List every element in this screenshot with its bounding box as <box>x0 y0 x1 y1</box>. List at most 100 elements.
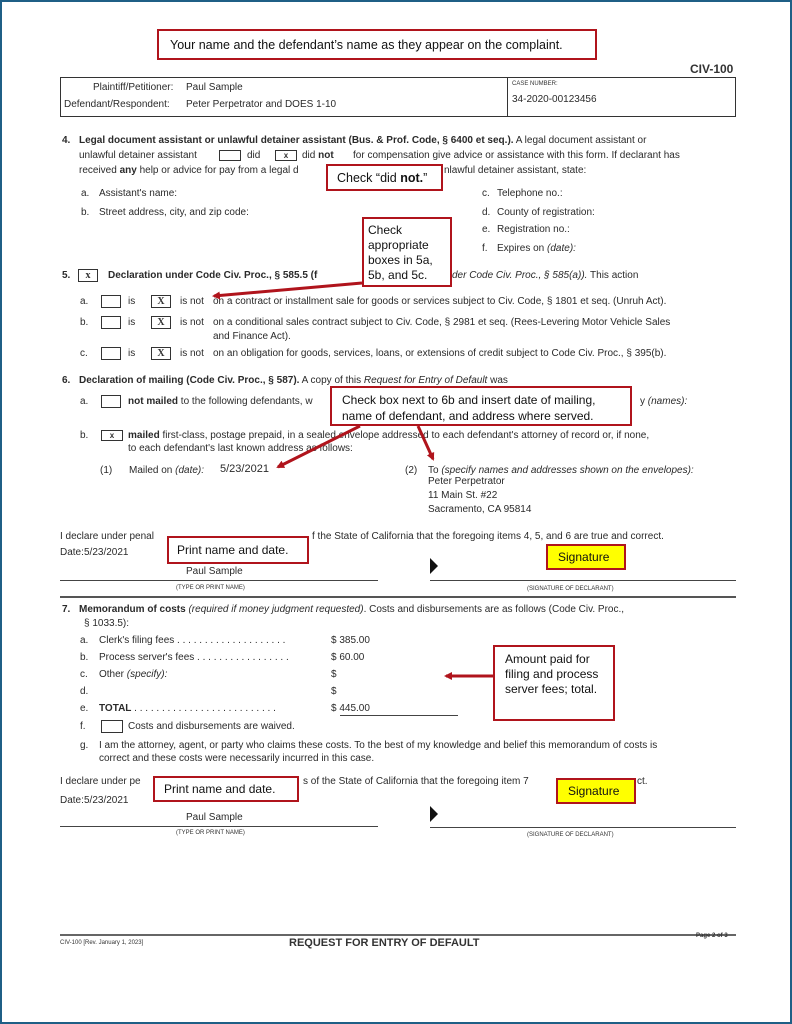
item4-field-d-letter: d. <box>482 207 491 218</box>
callout-check-5: Check appropriate boxes in 5a, 5b, and 5… <box>362 217 452 287</box>
signature-arrow-icon <box>430 806 438 822</box>
cost-label: Clerk's filing fees . . . . . . . . . . … <box>99 635 285 646</box>
declaration2-name-line <box>60 826 378 827</box>
item4-title: Legal document assistant or unlawful det… <box>79 135 514 146</box>
item5b-is-not-checkbox[interactable]: X <box>151 316 171 329</box>
item6a-rest: to the following defendants, w <box>178 396 313 407</box>
callout-check-6b: Check box next to 6b and insert date of … <box>330 386 632 426</box>
item5b-letter: b. <box>80 317 89 328</box>
declaration2-text-b: s of the State of California that the fo… <box>303 776 529 787</box>
item6-address-line[interactable]: Peter Perpetrator <box>428 476 505 487</box>
item6a-tail-italic: (names): <box>647 396 688 407</box>
declaration1-date-value[interactable]: 5/23/2021 <box>84 547 129 558</box>
item7-title-italic: (required if money judgment requested) <box>185 604 364 615</box>
callout-amount-paid: Amount paid for filing and process serve… <box>493 645 615 721</box>
cost-label-italic: (specify): <box>126 669 168 680</box>
callout-did-not: Check “did not.” <box>326 164 443 191</box>
cost-total-dots: . . . . . . . . . . . . . . . . . . . . … <box>131 703 276 714</box>
item5c-is-not-checkbox[interactable]: X <box>151 347 171 360</box>
item6-to-text: To <box>428 465 442 476</box>
case-number-value[interactable]: 34-2020-00123456 <box>512 94 597 105</box>
cost-total-label: TOTAL . . . . . . . . . . . . . . . . . … <box>99 703 276 714</box>
item6-title-end: was <box>487 375 508 386</box>
callout-check-6b-line: name of defendant, and address where ser… <box>342 409 594 423</box>
item4-field-f-letter: f. <box>482 243 488 254</box>
item4-line2-rest: for compensation give advice or assistan… <box>353 150 680 161</box>
plaintiff-label: Plaintiff/Petitioner: <box>93 82 174 93</box>
item5b-text2: and Finance Act). <box>213 331 291 342</box>
cost-total-value: 445.00 <box>339 703 370 714</box>
cost-amount[interactable]: $ <box>331 669 337 680</box>
callout-amount-paid-line: server fees; total. <box>505 682 598 696</box>
cost-letter: b. <box>80 652 89 663</box>
declaration2-sig-caption: (SIGNATURE OF DECLARANT) <box>527 832 614 838</box>
item5-number: 5. <box>62 270 71 281</box>
declaration1-printed-name[interactable]: Paul Sample <box>186 566 243 577</box>
section-divider <box>60 596 736 598</box>
item5a-is-checkbox[interactable] <box>101 295 121 308</box>
item5b-is-label: is <box>128 317 136 328</box>
item4-did-checkbox[interactable] <box>219 150 241 161</box>
item4-field-f-label: Expires on (date): <box>497 243 576 254</box>
item4-line3-b: help or advice for pay from a legal d <box>136 165 299 176</box>
item7f-checkbox[interactable] <box>101 720 123 733</box>
item7g-text: I am the attorney, agent, or party who c… <box>99 740 658 751</box>
item4-line2a: unlawful detainer assistant <box>79 150 197 161</box>
item6b-text: mailed first-class, postage prepaid, in … <box>128 430 649 441</box>
item4-did-not-checkbox[interactable]: x <box>275 150 297 161</box>
cost-amount[interactable]: $ <box>331 686 337 697</box>
declaration2-name-caption: (TYPE OR PRINT NAME) <box>176 830 245 836</box>
item5-title-after: This action <box>587 270 639 281</box>
item5c-is-checkbox[interactable] <box>101 347 121 360</box>
declaration2-signature-line[interactable] <box>430 827 736 828</box>
item4-did-not-b: not <box>318 150 334 161</box>
cost-total-amount[interactable]: $ 445.00 <box>331 703 370 714</box>
callout-check-6b-line: Check box next to 6b and insert date of … <box>342 393 596 407</box>
defendant-label: Defendant/Respondent: <box>64 99 170 110</box>
item6-to-num: (2) <box>405 465 418 476</box>
item5-checkbox[interactable]: x <box>78 269 98 282</box>
item6-to-italic: (specify names and addresses shown on th… <box>441 465 694 476</box>
item6a-letter: a. <box>80 396 89 407</box>
cost-letter: a. <box>80 635 89 646</box>
callout-did-not-bold: not. <box>400 171 424 185</box>
declaration2-date-value[interactable]: 5/23/2021 <box>84 795 129 806</box>
item6-address-line[interactable]: 11 Main St. #22 <box>428 490 497 501</box>
cost-label-text: Clerk's filing fees <box>99 635 175 646</box>
item6-mailed-num: (1) <box>100 465 113 476</box>
item6-address-line[interactable]: Sacramento, CA 95814 <box>428 504 531 515</box>
item6b-rest: first-class, postage prepaid, in a seale… <box>159 430 650 441</box>
item4-line3-any: any <box>119 165 137 176</box>
item6b-letter: b. <box>80 430 89 441</box>
item5b-text: on a conditional sales contract subject … <box>213 317 671 328</box>
item4-line1: Legal document assistant or unlawful det… <box>79 135 646 146</box>
item5c-text: on an obligation for goods, services, lo… <box>213 348 667 359</box>
item4-field-f-text: Expires on <box>497 243 548 254</box>
item6-number: 6. <box>62 375 71 386</box>
item7-number: 7. <box>62 604 71 615</box>
cost-amount[interactable]: $ 60.00 <box>331 652 364 663</box>
item4-field-e-letter: e. <box>482 224 491 235</box>
defendant-value[interactable]: Peter Perpetrator and DOES 1-10 <box>186 99 336 110</box>
item4-did-not-label: did not <box>302 150 334 161</box>
item5b-is-checkbox[interactable] <box>101 316 121 329</box>
footer-title: REQUEST FOR ENTRY OF DEFAULT <box>289 937 480 949</box>
item5a-is-label: is <box>128 296 136 307</box>
plaintiff-value[interactable]: Paul Sample <box>186 82 243 93</box>
item5a-is-not-checkbox[interactable]: X <box>151 295 171 308</box>
item6a-checkbox[interactable] <box>101 395 121 408</box>
declaration2-printed-name[interactable]: Paul Sample <box>186 812 243 823</box>
declaration1-signature-line[interactable] <box>430 580 736 581</box>
cost-letter: d. <box>80 686 89 697</box>
item6-mailed-date[interactable]: 5/23/2021 <box>220 463 269 475</box>
item6b-bold: mailed <box>128 430 160 441</box>
item4-line3c: nlawful detainer assistant, state: <box>444 165 587 176</box>
item7-title: Memorandum of costs <box>79 604 186 615</box>
item7g-letter: g. <box>80 740 89 751</box>
cost-amount[interactable]: $ 385.00 <box>331 635 370 646</box>
item4-line1-rest: A legal document assistant or <box>513 135 647 146</box>
callout-print-name-1: Print name and date. <box>167 536 309 564</box>
item6b-checkbox[interactable]: x <box>101 430 123 441</box>
callout-signature-2: Signature <box>556 778 636 804</box>
item7-title-rest: . Costs and disbursements are as follows… <box>363 604 625 615</box>
